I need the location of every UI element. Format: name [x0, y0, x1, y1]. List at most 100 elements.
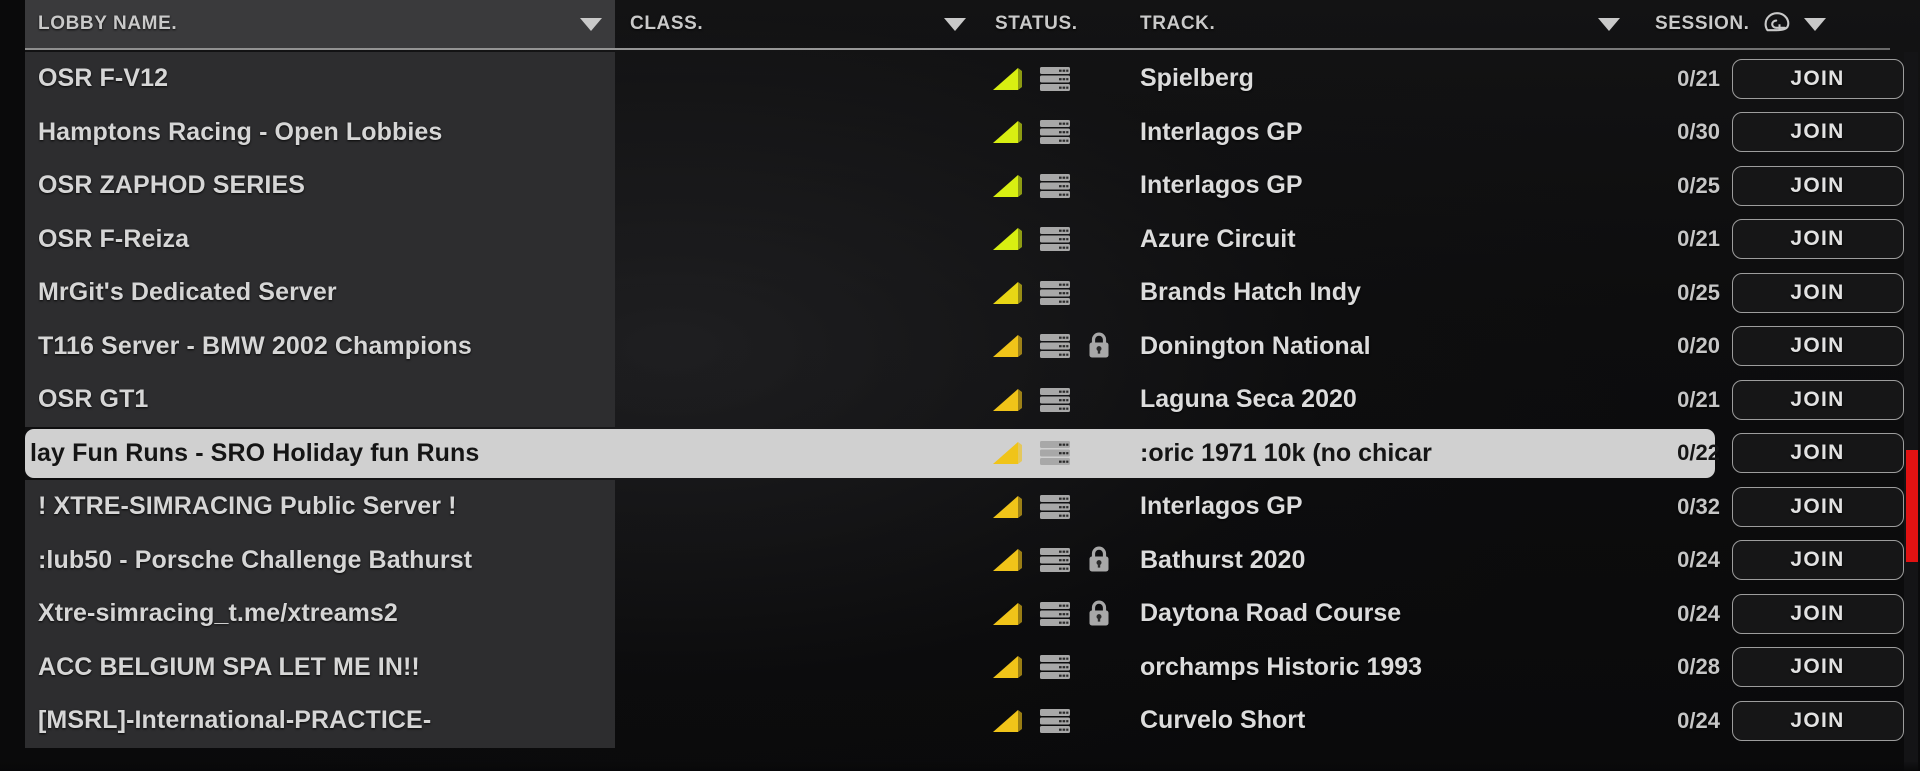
- racing-helmet-icon[interactable]: [1762, 10, 1792, 38]
- status-icons-cell: [990, 266, 1135, 320]
- dedicated-server-icon: [1038, 545, 1072, 575]
- password-lock-icon: [1086, 331, 1112, 361]
- lobby-name-label: :lub50 - Porsche Challenge Bathurst: [38, 545, 473, 574]
- dedicated-server-icon: [1038, 706, 1072, 736]
- join-button[interactable]: JOIN: [1731, 165, 1904, 206]
- session-count-label: 0/21: [1677, 226, 1720, 252]
- status-icons-cell: [990, 106, 1135, 160]
- header-divider: [25, 48, 1890, 50]
- track-name-cell: Interlagos GP: [1140, 106, 1630, 160]
- join-button[interactable]: JOIN: [1731, 112, 1904, 153]
- signal-strength-icon: [990, 331, 1024, 361]
- table-row[interactable]: :lub50 - Porsche Challenge Bathurst Bath…: [0, 533, 1920, 588]
- lobby-name-cell[interactable]: OSR GT1: [38, 373, 616, 427]
- column-header-status-label: STATUS.: [995, 13, 1078, 34]
- lobby-name-label: OSR F-V12: [38, 64, 169, 93]
- track-name-label: Interlagos GP: [1140, 171, 1303, 200]
- lobby-name-cell[interactable]: OSR ZAPHOD SERIES: [38, 159, 616, 213]
- table-row[interactable]: ACC BELGIUM SPA LET ME IN!! orchamps His…: [0, 640, 1920, 695]
- join-button[interactable]: JOIN: [1731, 433, 1904, 474]
- table-row[interactable]: Xtre-simracing_t.me/xtreams2 Daytona Roa…: [0, 587, 1920, 641]
- table-row[interactable]: OSR ZAPHOD SERIES Interlagos GP 0/25 JOI…: [0, 159, 1920, 213]
- lobby-name-cell[interactable]: lay Fun Runs - SRO Holiday fun Runs: [30, 427, 608, 481]
- track-name-cell: Interlagos GP: [1140, 159, 1630, 213]
- lobby-name-cell[interactable]: Hamptons Racing - Open Lobbies: [38, 106, 616, 160]
- join-cell: JOIN: [1730, 480, 1905, 534]
- track-name-label: Daytona Road Course: [1140, 599, 1402, 628]
- table-row[interactable]: OSR F-Reiza Azure Circuit 0/21 JOIN: [0, 212, 1920, 267]
- lobby-name-cell[interactable]: :lub50 - Porsche Challenge Bathurst: [38, 534, 616, 588]
- chevron-down-icon[interactable]: [1803, 17, 1826, 31]
- dedicated-server-icon: [1038, 492, 1072, 522]
- table-row[interactable]: T116 Server - BMW 2002 Champions Doningt…: [0, 319, 1920, 374]
- session-count-cell: 0/28: [1630, 641, 1720, 695]
- column-header-session[interactable]: SESSION.: [1655, 0, 1905, 48]
- status-icons-cell: [990, 213, 1135, 267]
- status-icons-cell: [990, 587, 1135, 641]
- join-button[interactable]: JOIN: [1731, 379, 1904, 420]
- chevron-down-icon[interactable]: [580, 17, 602, 31]
- session-count-label: 0/25: [1677, 279, 1720, 305]
- signal-strength-icon: [990, 171, 1024, 201]
- session-count-cell: 0/25: [1630, 266, 1720, 320]
- lobby-name-cell[interactable]: ACC BELGIUM SPA LET ME IN!!: [38, 641, 616, 695]
- track-name-label: Laguna Seca 2020: [1140, 385, 1357, 414]
- lobby-list[interactable]: OSR F-V12 Spielberg 0/21 JOIN Hamptons R…: [0, 52, 1920, 771]
- track-name-label: Interlagos GP: [1140, 492, 1303, 521]
- track-name-cell: Daytona Road Course: [1140, 587, 1630, 641]
- session-count-cell: 0/24: [1630, 587, 1720, 641]
- track-name-cell: Azure Circuit: [1140, 213, 1630, 267]
- signal-strength-icon: [990, 492, 1024, 522]
- track-name-cell: Interlagos GP: [1140, 480, 1630, 534]
- join-cell: JOIN: [1730, 641, 1905, 695]
- table-row[interactable]: ! XTRE-SIMRACING Public Server ! Interla…: [0, 480, 1920, 534]
- column-header-status[interactable]: STATUS.: [995, 0, 1125, 48]
- signal-strength-icon: [990, 599, 1024, 629]
- track-name-cell: Laguna Seca 2020: [1140, 373, 1630, 427]
- join-button[interactable]: JOIN: [1731, 486, 1904, 527]
- join-button[interactable]: JOIN: [1731, 326, 1904, 367]
- session-count-cell: 0/24: [1630, 534, 1720, 588]
- column-header-class[interactable]: CLASS.: [630, 0, 980, 48]
- table-row[interactable]: Hamptons Racing - Open Lobbies Interlago…: [0, 105, 1920, 160]
- lobby-table-header: LOBBY NAME. CLASS. STATUS. TRACK. SESSIO…: [0, 0, 1920, 52]
- table-row[interactable]: OSR GT1 Laguna Seca 2020 0/21 JOIN: [0, 373, 1920, 427]
- track-name-label: Brands Hatch Indy: [1140, 278, 1361, 307]
- lobby-name-cell[interactable]: [MSRL]-International-PRACTICE-: [38, 694, 616, 748]
- lobby-name-cell[interactable]: MrGit's Dedicated Server: [38, 266, 616, 320]
- join-button[interactable]: JOIN: [1731, 700, 1904, 741]
- session-count-label: 0/21: [1677, 386, 1720, 412]
- join-button[interactable]: JOIN: [1731, 272, 1904, 313]
- scrollbar-track[interactable]: [1904, 52, 1918, 771]
- table-row[interactable]: MrGit's Dedicated Server Brands Hatch In…: [0, 266, 1920, 320]
- track-name-cell: orchamps Historic 1993: [1140, 641, 1630, 695]
- session-count-label: 0/28: [1677, 654, 1720, 680]
- lobby-name-label: OSR GT1: [38, 385, 149, 414]
- lobby-name-cell[interactable]: Xtre-simracing_t.me/xtreams2: [38, 587, 616, 641]
- table-row[interactable]: OSR F-V12 Spielberg 0/21 JOIN: [0, 52, 1920, 106]
- join-button[interactable]: JOIN: [1731, 647, 1904, 688]
- join-cell: JOIN: [1730, 694, 1905, 748]
- status-icons-cell: [990, 694, 1135, 748]
- dedicated-server-icon: [1038, 385, 1072, 415]
- column-header-track[interactable]: TRACK.: [1140, 0, 1640, 48]
- session-count-cell: 0/32: [1630, 480, 1720, 534]
- lobby-name-cell[interactable]: T116 Server - BMW 2002 Champions: [38, 320, 616, 374]
- column-header-lobby-name[interactable]: LOBBY NAME.: [38, 0, 618, 48]
- scrollbar-thumb[interactable]: [1906, 450, 1918, 562]
- lobby-name-cell[interactable]: OSR F-Reiza: [38, 213, 616, 267]
- join-button[interactable]: JOIN: [1731, 593, 1904, 634]
- lobby-name-cell[interactable]: OSR F-V12: [38, 52, 616, 106]
- table-row[interactable]: [MSRL]-International-PRACTICE- Curvelo S…: [0, 694, 1920, 748]
- join-cell: JOIN: [1730, 427, 1905, 481]
- session-count-label: 0/32: [1677, 493, 1720, 519]
- chevron-down-icon[interactable]: [1598, 17, 1620, 31]
- lobby-name-cell[interactable]: ! XTRE-SIMRACING Public Server !: [38, 480, 616, 534]
- table-row[interactable]: lay Fun Runs - SRO Holiday fun Runs:ori…: [0, 427, 1920, 481]
- track-name-cell: Bathurst 2020: [1140, 534, 1630, 588]
- session-count-label: 0/25: [1677, 172, 1720, 198]
- join-button[interactable]: JOIN: [1731, 540, 1904, 581]
- join-button[interactable]: JOIN: [1731, 58, 1904, 99]
- join-button[interactable]: JOIN: [1731, 219, 1904, 260]
- chevron-down-icon[interactable]: [944, 17, 966, 31]
